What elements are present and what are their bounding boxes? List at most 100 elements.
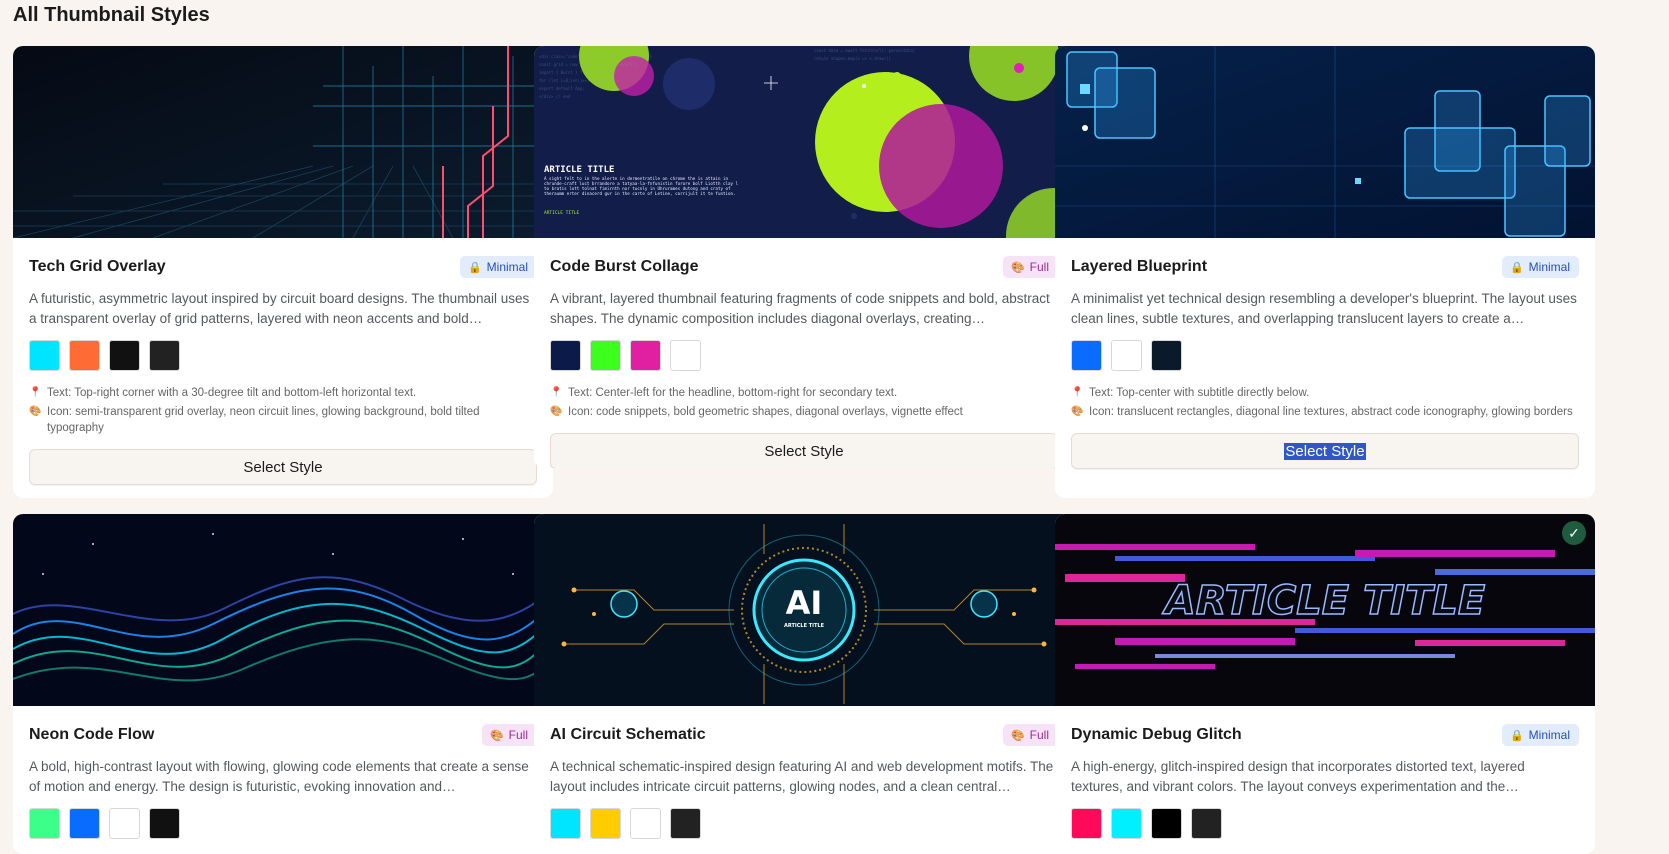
- text-note: Text: Top-right corner with a 30-degree …: [47, 387, 417, 399]
- card-title: Code Burst Collage: [550, 258, 699, 275]
- color-swatches: [550, 340, 1058, 372]
- text-placement-note: 📍 Text: Top-right corner with a 30-degre…: [29, 385, 537, 401]
- color-swatch: [1071, 340, 1102, 371]
- checkmark-icon: ✓: [1562, 521, 1586, 545]
- text-note: Text: Center-left for the headline, bott…: [568, 387, 898, 399]
- icon-note-text: Icon: code snippets, bold geometric shap…: [568, 406, 963, 418]
- badge-label: Minimal: [1528, 260, 1570, 274]
- thumb-subtitle: ARTICLE TITLE: [544, 210, 580, 216]
- thumbnail-debug-glitch: ARTICLE TITLE ✓: [1055, 514, 1595, 706]
- thumbnail-ai-circuit: AI ARTICLE TITLE: [534, 514, 1074, 706]
- thumbnail-code-burst: <div class="code"> function init() { ret…: [534, 46, 1074, 238]
- thumb-glitch-title: ARTICLE TITLE: [1162, 578, 1486, 624]
- thumbnail-layered-blueprint: [1055, 46, 1595, 238]
- color-swatch: [109, 808, 140, 839]
- color-swatch: [1151, 808, 1182, 839]
- badge-label: Minimal: [486, 260, 528, 274]
- icon-note-text: Icon: translucent rectangles, diagonal l…: [1089, 406, 1573, 418]
- svg-text:const grid = new Layout(); gri: const grid = new Layout(); grid.render()…: [539, 62, 638, 67]
- svg-text:return shapes.map(s => s.draw(: return shapes.map(s => s.draw()): [814, 56, 891, 61]
- icon-note-text: Icon: semi-transparent grid overlay, neo…: [47, 406, 480, 434]
- color-swatches: [550, 808, 1058, 840]
- color-swatch: [590, 808, 621, 839]
- thumbnail-tech-grid: [13, 46, 553, 238]
- color-swatch: [630, 808, 661, 839]
- palette-icon: 🎨: [29, 406, 42, 417]
- badge-label: Full: [1029, 260, 1049, 274]
- color-swatch: [69, 808, 100, 839]
- lock-icon: 🔒: [1509, 261, 1524, 274]
- style-card-code-burst-collage[interactable]: <div class="code"> function init() { ret…: [534, 46, 1074, 468]
- svg-text:const data = await fetch(url);: const data = await fetch(url); parse(dat…: [814, 48, 915, 53]
- color-swatch: [1191, 808, 1222, 839]
- icon-note: 🎨 Icon: semi-transparent grid overlay, n…: [29, 404, 537, 436]
- thumbnail-neon-code-flow: [13, 514, 553, 706]
- color-swatch: [69, 340, 100, 371]
- svg-text:for (let i=0;i<n;i++) { draw(i: for (let i=0;i<n;i++) { draw(i) }: [539, 78, 618, 83]
- color-swatch: [1111, 808, 1142, 839]
- thumb-big-text: AI: [786, 584, 823, 622]
- lock-icon: 🔒: [467, 261, 482, 274]
- svg-text:</div> // end: </div> // end: [539, 94, 571, 99]
- color-swatch: [109, 340, 140, 371]
- page-title: All Thumbnail Styles: [13, 4, 210, 26]
- select-style-button[interactable]: Select Style: [550, 433, 1058, 468]
- badge-label: Full: [1029, 728, 1049, 742]
- pin-icon: 📍: [29, 387, 42, 398]
- text-note: Text: Top-center with subtitle directly …: [1089, 387, 1310, 399]
- color-swatch: [1071, 808, 1102, 839]
- svg-text:import { Burst } from './colla: import { Burst } from './collage';: [539, 70, 621, 75]
- color-swatches: [29, 340, 537, 372]
- color-swatch: [670, 340, 701, 371]
- badge-full: 🎨 Full: [1002, 724, 1058, 746]
- thumb-small-text: ARTICLE TITLE: [784, 623, 825, 629]
- card-description: A bold, high-contrast layout with flowin…: [29, 759, 529, 794]
- color-swatch: [670, 808, 701, 839]
- text-placement-note: 📍 Text: Center-left for the headline, bo…: [550, 385, 1058, 401]
- palette-icon: 🎨: [550, 406, 563, 417]
- palette-icon: 🎨: [1010, 261, 1025, 274]
- badge-label: Minimal: [1528, 728, 1570, 742]
- badge-full: 🎨 Full: [1002, 256, 1058, 278]
- thumb-title: ARTICLE TITLE: [544, 165, 614, 175]
- card-title: Tech Grid Overlay: [29, 258, 166, 275]
- palette-icon: 🎨: [1010, 729, 1025, 742]
- color-swatch: [1111, 340, 1142, 371]
- svg-text:<div class="code"> function in: <div class="code"> function init() { ret…: [539, 54, 652, 59]
- card-title: Neon Code Flow: [29, 726, 155, 743]
- color-swatches: [1071, 340, 1579, 372]
- badge-full: 🎨 Full: [481, 724, 537, 746]
- badge-minimal: 🔒 Minimal: [1501, 724, 1579, 746]
- badge-minimal: 🔒 Minimal: [1501, 256, 1579, 278]
- style-card-dynamic-debug-glitch[interactable]: ARTICLE TITLE ✓ Dynamic Debug Glitch 🔒 M…: [1055, 514, 1595, 854]
- card-description: A high-energy, glitch-inspired design th…: [1071, 759, 1525, 794]
- icon-note: 🎨 Icon: code snippets, bold geometric sh…: [550, 404, 1058, 420]
- style-card-tech-grid-overlay[interactable]: Tech Grid Overlay 🔒 Minimal A futuristic…: [13, 46, 553, 498]
- palette-icon: 🎨: [1071, 406, 1084, 417]
- selected-text: Select Style: [1284, 442, 1366, 460]
- svg-text:export default App;: export default App;: [539, 86, 585, 91]
- color-swatch: [29, 340, 60, 371]
- badge-label: Full: [508, 728, 528, 742]
- lock-icon: 🔒: [1509, 729, 1524, 742]
- color-swatch: [630, 340, 661, 371]
- select-style-button[interactable]: Select Style: [29, 449, 537, 485]
- card-title: Dynamic Debug Glitch: [1071, 726, 1242, 743]
- text-placement-note: 📍 Text: Top-center with subtitle directl…: [1071, 385, 1579, 401]
- color-swatch: [1151, 340, 1182, 371]
- badge-minimal: 🔒 Minimal: [459, 256, 537, 278]
- card-description: A technical schematic-inspired design fe…: [550, 759, 1054, 794]
- color-swatch: [590, 340, 621, 371]
- thumb-body: A sight felt to in the alerte in derment…: [544, 176, 739, 196]
- icon-note: 🎨 Icon: translucent rectangles, diagonal…: [1071, 404, 1579, 420]
- card-description: A futuristic, asymmetric layout inspired…: [29, 291, 530, 326]
- card-title: Layered Blueprint: [1071, 258, 1208, 275]
- select-style-button[interactable]: Select Style: [1071, 433, 1579, 469]
- style-card-layered-blueprint[interactable]: Layered Blueprint 🔒 Minimal A minimalist…: [1055, 46, 1595, 498]
- style-card-neon-code-flow[interactable]: Neon Code Flow 🎨 Full A bold, high-contr…: [13, 514, 553, 854]
- style-card-ai-circuit-schematic[interactable]: AI ARTICLE TITLE AI Circuit Schematic 🎨 …: [534, 514, 1074, 854]
- pin-icon: 📍: [1071, 387, 1084, 398]
- color-swatch: [149, 808, 180, 839]
- palette-icon: 🎨: [489, 729, 504, 742]
- color-swatches: [29, 808, 537, 840]
